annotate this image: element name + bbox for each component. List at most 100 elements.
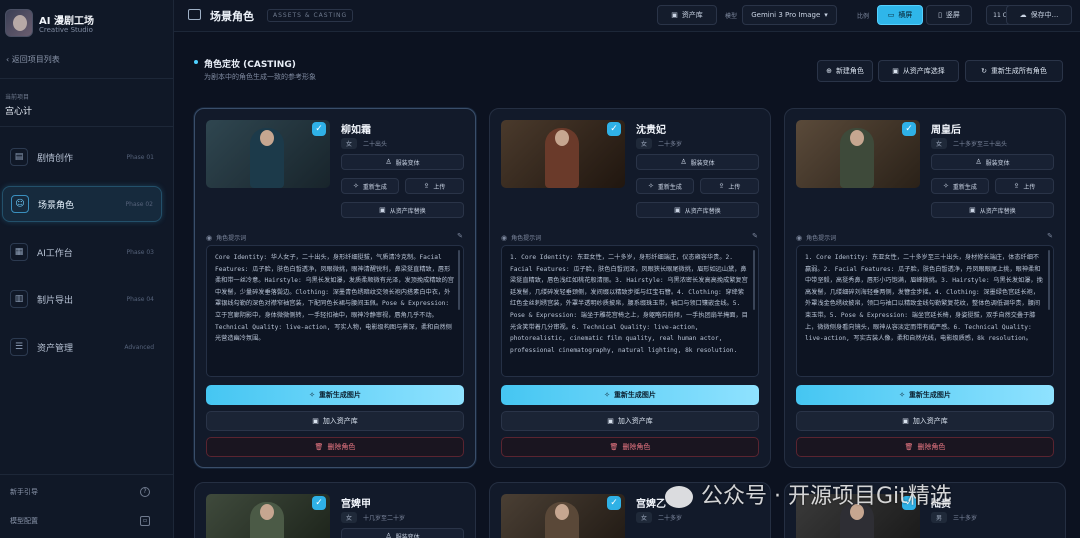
- costume-variant-button[interactable]: ♙ 服装变体: [931, 154, 1054, 170]
- regenerate-button[interactable]: ✧ 重新生成: [636, 178, 694, 194]
- sidebar-item-label: 剧情创作: [37, 153, 74, 164]
- figure-head: [555, 504, 569, 520]
- edit-icon[interactable]: ✎: [752, 232, 758, 240]
- folder-icon: ▣: [379, 206, 386, 214]
- upload-label: 上传: [1023, 183, 1036, 191]
- sparkle-icon: ✧: [604, 391, 610, 399]
- gender-badge: 女: [341, 138, 358, 149]
- sidebar-item-workbench[interactable]: ▦ AI工作台 Phase 03: [2, 234, 162, 270]
- prompt-textarea[interactable]: 1. Core Identity: 东亚女性，二十多岁，身形纤细端庄，仪态雍容华…: [501, 245, 759, 377]
- scrollbar[interactable]: [458, 250, 460, 310]
- gender-badge: 女: [636, 138, 653, 149]
- character-card[interactable]: ✓ 柳如霜 女 二十出头 ♙ 服装变体 ✧ 重新生成 ⇪ 上传 ▣ 从资产库替换 ◉ 角色…: [194, 108, 476, 468]
- prompt-textarea[interactable]: 1. Core Identity: 东亚女性，二十多岁至三十出头，身材修长端庄，…: [796, 245, 1054, 377]
- clapper-icon: ▦: [10, 243, 28, 261]
- costume-variant-button[interactable]: ♙ 服装变体: [636, 154, 759, 170]
- back-to-projects-link[interactable]: ‹ 返回项目列表: [6, 54, 60, 65]
- replace-from-library-button[interactable]: ▣ 从资产库替换: [341, 202, 464, 218]
- regenerate-image-button[interactable]: ✧ 重新生成图片: [206, 385, 464, 405]
- prompt-text: Core Identity: 华人女子，二十出头，身形纤细挺拔，气质清冷克制。F…: [215, 254, 454, 343]
- watermark: 公众号 · 开源项目Git精选: [665, 478, 952, 510]
- phone-icon: ▯: [938, 11, 942, 19]
- sidebar-divider: [0, 474, 174, 475]
- document-icon: ▤: [10, 148, 28, 166]
- sidebar-item-label: 制片导出: [37, 295, 74, 306]
- check-icon[interactable]: ✓: [312, 122, 326, 136]
- sparkle-icon: ✧: [648, 182, 654, 190]
- sidebar-item-casting[interactable]: ☺ 场景角色 Phase 02: [2, 186, 162, 222]
- upload-button[interactable]: ⇪ 上传: [995, 178, 1054, 194]
- sidebar-item-assets[interactable]: ☰ 资产管理 Advanced: [2, 329, 162, 365]
- regenerate-button[interactable]: ✧ 重新生成: [341, 178, 399, 194]
- gender-badge: 女: [636, 512, 653, 523]
- scrollbar[interactable]: [1048, 250, 1050, 310]
- age-text: 二十多岁至三十出头: [953, 141, 1008, 148]
- model-config-link[interactable]: 模型配置: [10, 516, 38, 526]
- figure-head: [260, 130, 274, 146]
- guide-link[interactable]: 新手引导: [10, 487, 38, 497]
- character-card[interactable]: ✓ 周皇后 女 二十多岁至三十出头 ♙ 服装变体 ✧ 重新生成 ⇪ 上传 ▣ 从资产库替…: [784, 108, 1066, 468]
- project-name: 宫心计: [5, 107, 33, 117]
- age-text: 十几岁至二十岁: [363, 515, 406, 522]
- regenerate-button[interactable]: ✧ 重新生成: [931, 178, 989, 194]
- costume-variant-button[interactable]: ♙ 服装变体: [341, 528, 464, 538]
- check-icon[interactable]: ✓: [312, 496, 326, 510]
- character-card[interactable]: ✓ 宫婢甲 女 十几岁至二十岁 ♙ 服装变体: [194, 482, 476, 538]
- edit-icon[interactable]: ✎: [457, 232, 463, 240]
- camera-icon: ◉: [796, 234, 803, 242]
- prompt-textarea[interactable]: Core Identity: 华人女子，二十出头，身形纤细挺拔，气质清冷克制。F…: [206, 245, 464, 377]
- camera-icon: ◉: [206, 234, 213, 242]
- replace-from-library-button[interactable]: ▣ 从资产库替换: [931, 202, 1054, 218]
- add-to-library-label: 加入资产库: [617, 417, 653, 425]
- character-card[interactable]: ✓ 沈贵妃 女 二十多岁 ♙ 服装变体 ✧ 重新生成 ⇪ 上传 ▣ 从资产库替换 ◉ 角色…: [489, 108, 771, 468]
- sidebar-item-phase: Phase 04: [126, 295, 154, 303]
- app-title: AI 漫剧工场: [39, 16, 94, 27]
- sidebar-item-phase: Phase 03: [126, 248, 154, 256]
- check-icon[interactable]: ✓: [607, 122, 621, 136]
- check-icon[interactable]: ✓: [607, 496, 621, 510]
- new-character-button[interactable]: ⊕ 新建角色: [817, 60, 873, 82]
- settings-icon[interactable]: ▫: [140, 516, 150, 526]
- folder-plus-icon: ▣: [902, 417, 909, 425]
- add-to-library-button[interactable]: ▣ 加入资产库: [796, 411, 1054, 431]
- costume-label: 服装变体: [985, 159, 1010, 167]
- scrollbar[interactable]: [753, 250, 755, 310]
- select-from-library-button[interactable]: ▣ 从资产库选择: [878, 60, 959, 82]
- folder-plus-icon: ▣: [312, 417, 319, 425]
- model-select[interactable]: Gemini 3 Pro Image ▾: [742, 5, 837, 25]
- add-to-library-button[interactable]: ▣ 加入资产库: [206, 411, 464, 431]
- costume-variant-button[interactable]: ♙ 服装变体: [341, 154, 464, 170]
- check-icon[interactable]: ✓: [902, 122, 916, 136]
- portrait-label: 竖屏: [945, 11, 960, 19]
- prompt-label-text: 角色提示词: [806, 235, 837, 242]
- section-dot: [194, 60, 198, 64]
- add-to-library-button[interactable]: ▣ 加入资产库: [501, 411, 759, 431]
- back-label: 返回项目列表: [11, 55, 60, 64]
- ratio-label: 比例: [857, 13, 870, 20]
- sidebar-item-phase: Phase 02: [125, 200, 153, 208]
- help-icon[interactable]: ?: [140, 487, 150, 497]
- sidebar-item-story[interactable]: ▤ 剧情创作 Phase 01: [2, 139, 162, 175]
- regenerate-image-button[interactable]: ✧ 重新生成图片: [796, 385, 1054, 405]
- main-content: 角色定妆 (CASTING) 为剧本中的角色生成一致的参考形象 ⊕ 新建角色 ▣ 从…: [174, 32, 1080, 538]
- regenerate-image-button[interactable]: ✧ 重新生成图片: [501, 385, 759, 405]
- portrait-toggle[interactable]: ▯ 竖屏: [926, 5, 972, 25]
- delete-character-button[interactable]: 🗑 删除角色: [206, 437, 464, 457]
- replace-from-library-button[interactable]: ▣ 从资产库替换: [636, 202, 759, 218]
- upload-button[interactable]: ⇪ 上传: [700, 178, 759, 194]
- asset-library-button[interactable]: ▣ 资产库: [657, 5, 717, 25]
- page-title: 场景角色: [210, 10, 254, 23]
- sidebar-item-export[interactable]: ▥ 制片导出 Phase 04: [2, 281, 162, 317]
- replace-label: 从资产库替换: [684, 207, 721, 215]
- upload-button[interactable]: ⇪ 上传: [405, 178, 464, 194]
- prompt-text: 1. Core Identity: 东亚女性，二十多岁，身形纤细端庄，仪态雍容华…: [510, 254, 748, 354]
- landscape-label: 横屏: [898, 11, 913, 19]
- age-text: 二十出头: [363, 141, 388, 148]
- delete-character-button[interactable]: 🗑 删除角色: [796, 437, 1054, 457]
- delete-label: 删除角色: [622, 443, 651, 451]
- app-subtitle: Creative Studio: [39, 26, 93, 34]
- delete-character-button[interactable]: 🗑 删除角色: [501, 437, 759, 457]
- landscape-toggle[interactable]: ▭ 横屏: [877, 5, 923, 25]
- edit-icon[interactable]: ✎: [1047, 232, 1053, 240]
- regenerate-all-button[interactable]: ↻ 重新生成所有角色: [965, 60, 1063, 82]
